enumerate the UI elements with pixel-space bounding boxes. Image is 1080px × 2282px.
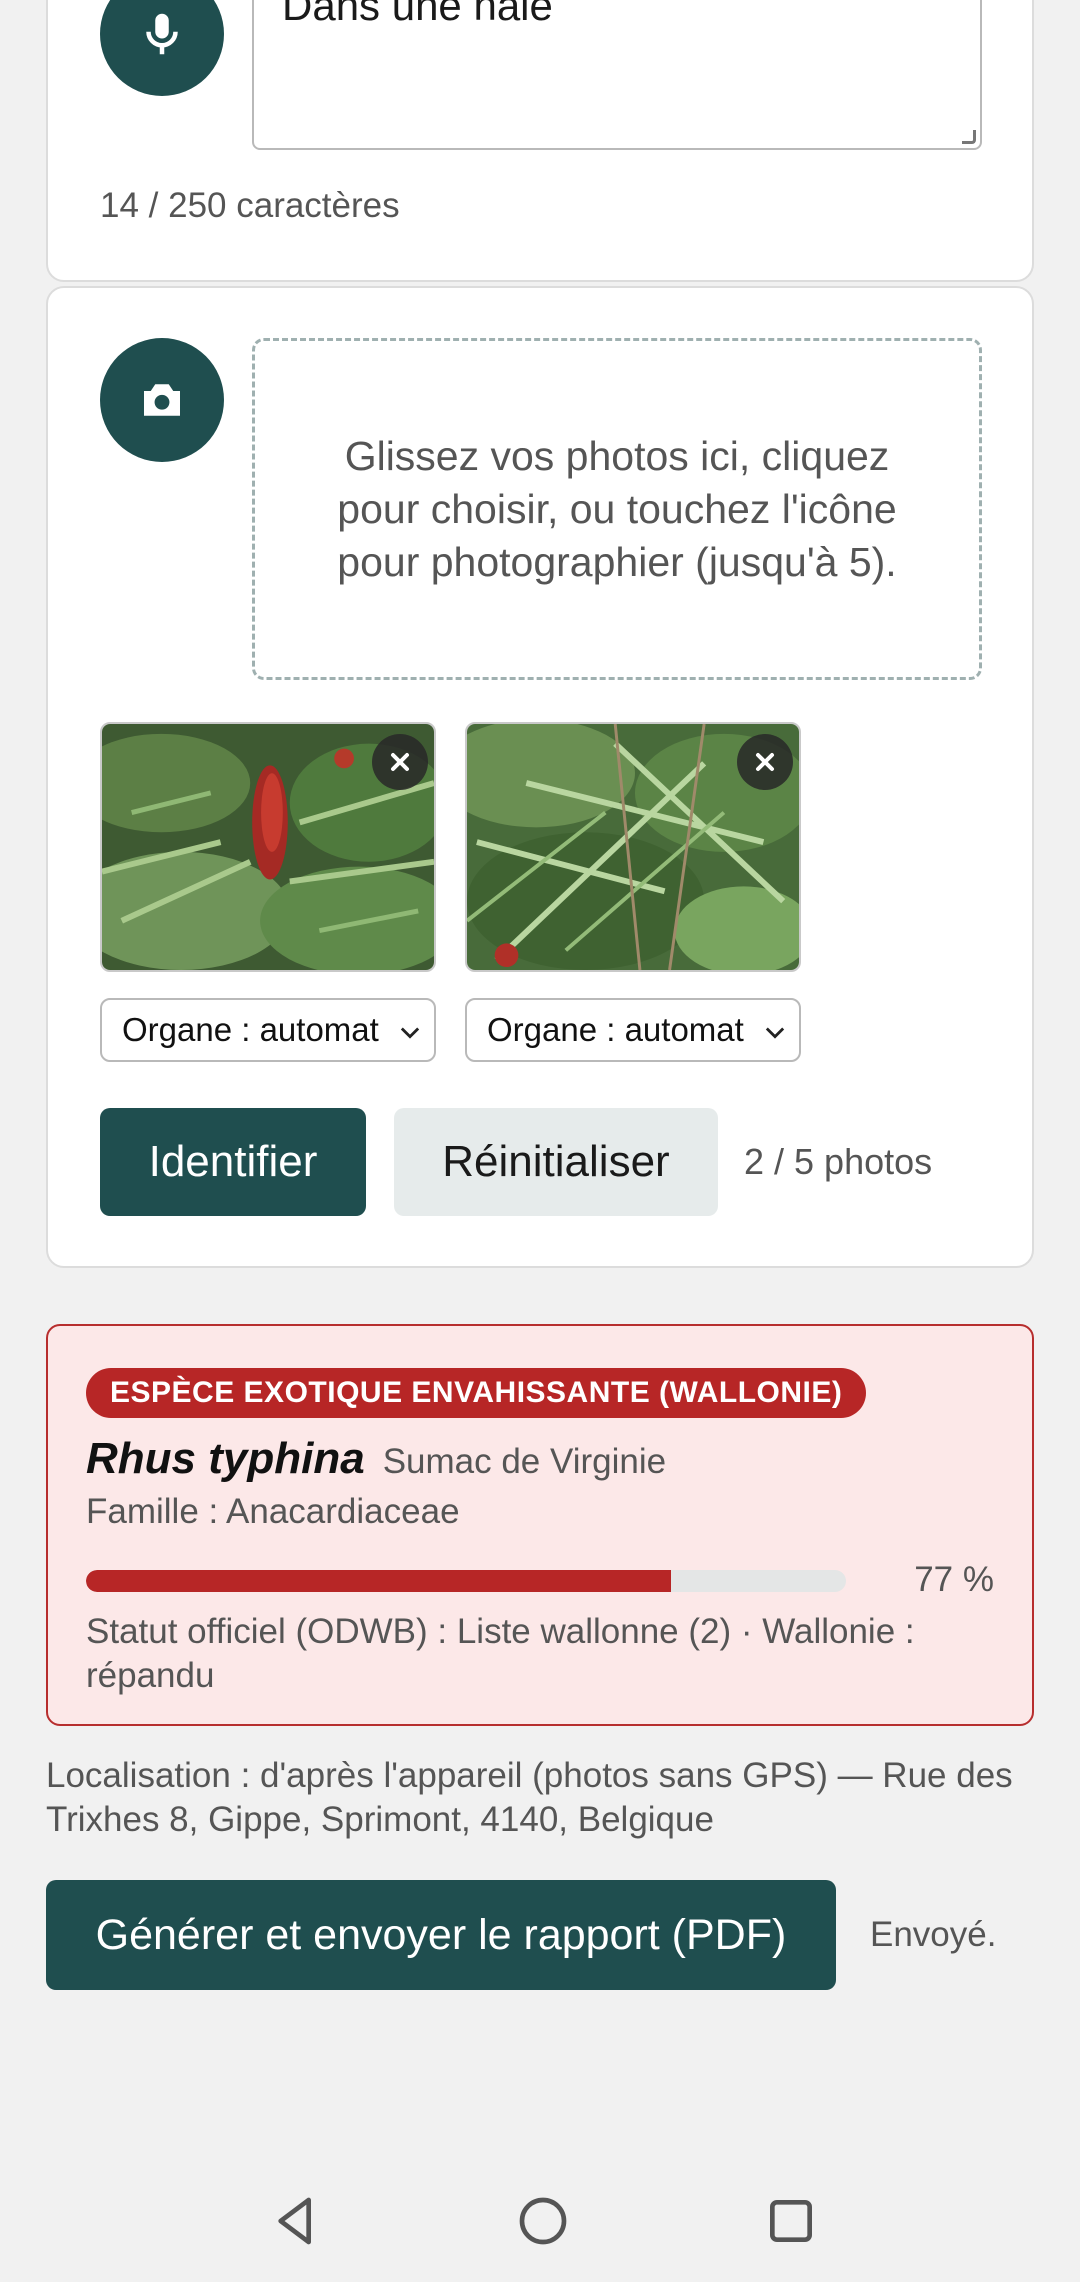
location-text: Localisation : d'après l'appareil (photo… [46,1756,1013,1839]
scientific-name: Rhus typhina [86,1434,365,1483]
home-button[interactable] [508,2186,578,2256]
confidence-percent: 77 % [914,1560,994,1599]
microphone-icon [146,13,178,55]
identify-button[interactable]: Identifier [100,1108,366,1216]
organ-select-value: Organe : automat [122,1011,379,1048]
invasive-species-badge: ESPÈCE EXOTIQUE ENVAHISSANTE (WALLONIE) [86,1368,867,1418]
photo-card: Glissez vos photos ici, cliquez pour cho… [46,286,1034,1268]
confidence-bar [86,1570,846,1592]
camera-button[interactable] [100,338,224,462]
description-textarea[interactable]: Dans une haie [252,0,982,150]
description-card: Dans une haie 14 / 250 caractères [46,0,1034,282]
back-button[interactable] [262,2186,332,2256]
photo-count: 2 / 5 photos [744,1141,933,1182]
generate-report-button[interactable]: Générer et envoyer le rapport (PDF) [46,1880,836,1990]
chevron-down-icon [396,1018,424,1046]
remove-photo-button[interactable] [737,734,793,790]
description-text: Dans une haie [282,0,553,29]
confidence-bar-fill [86,1570,672,1592]
chevron-down-icon [761,1018,789,1046]
app-screen: Dans une haie 14 / 250 caractères Glisse… [0,0,1080,2282]
organ-select-value: Organe : automat [487,1011,744,1048]
remove-photo-button[interactable] [372,734,428,790]
close-icon [391,753,409,771]
organ-select[interactable]: Organe : automat [465,998,801,1062]
identification-result-card: ESPÈCE EXOTIQUE ENVAHISSANTE (WALLONIE) … [46,1324,1034,1726]
family-label: Famille : Anacardiaceae [86,1492,460,1531]
system-navigation-bar [0,2160,1080,2282]
back-triangle-icon [278,2197,311,2245]
home-circle-icon [519,2197,567,2245]
report-status: Envoyé. [870,1915,997,1954]
close-icon [756,753,774,771]
species-line: Rhus typhina Sumac de Virginie [86,1434,666,1484]
reset-button[interactable]: Réinitialiser [394,1108,718,1216]
dropzone-text: Glissez vos photos ici, cliquez pour cho… [337,432,897,585]
recents-square-icon [770,2200,812,2242]
recents-button[interactable] [756,2186,826,2256]
photo-thumbnail[interactable] [100,722,436,972]
photo-thumbnail[interactable] [465,722,801,972]
common-name: Sumac de Virginie [382,1442,667,1481]
camera-icon [144,384,180,416]
resize-handle[interactable] [962,130,976,144]
character-counter: 14 / 250 caractères [100,186,400,225]
microphone-button[interactable] [100,0,224,96]
official-status: Statut officiel (ODWB) : Liste wallonne … [86,1612,915,1695]
photo-dropzone[interactable]: Glissez vos photos ici, cliquez pour cho… [252,338,982,680]
organ-select[interactable]: Organe : automat [100,998,436,1062]
